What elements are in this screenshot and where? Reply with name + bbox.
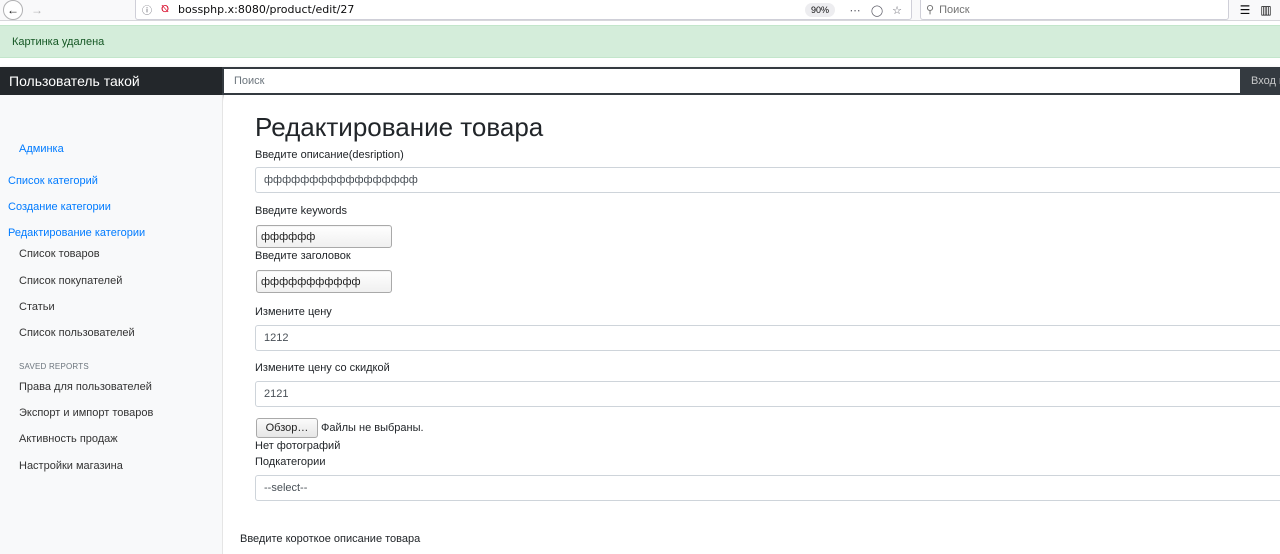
saved-reports-heading: SAVED REPORTS	[19, 362, 89, 371]
arrow-left-icon: ←	[7, 3, 19, 17]
navbar-search-input[interactable]: Поиск	[224, 69, 1240, 93]
description-input[interactable]: ффффффффффффффффф	[255, 167, 1280, 193]
navbar-search-placeholder: Поиск	[234, 75, 265, 87]
main-content: Редактирование товара Введите описание(d…	[224, 95, 1280, 554]
back-button[interactable]: ←	[3, 0, 23, 20]
description-value: ффффффффффффффффф	[264, 174, 418, 186]
discount-price-input[interactable]: 2121	[255, 381, 1280, 407]
sidebar-link-category-create[interactable]: Создание категории	[8, 201, 111, 213]
login-link[interactable]: Вход в	[1240, 67, 1280, 95]
sidebar-item-articles[interactable]: Статьи	[19, 301, 55, 313]
login-text: Вход в	[1251, 75, 1280, 87]
sidebar-item-customers[interactable]: Список покупателей	[19, 275, 122, 287]
subcategory-label: Подкатегории	[255, 456, 326, 468]
success-alert: Картинка удалена	[0, 25, 1280, 58]
keywords-label: Введите keywords	[255, 205, 348, 217]
address-bar[interactable]: ⓘ ⦰ bossphp.x:8080/product/edit/27 90% ⋯…	[135, 0, 912, 20]
keywords-value: фффффф	[261, 230, 316, 243]
subcategory-selected-value: --select--	[264, 482, 308, 494]
sidebar-item-users[interactable]: Список пользователей	[19, 327, 135, 339]
page-actions-icon[interactable]: ⋯	[847, 2, 863, 18]
sidebar-link-category-list[interactable]: Список категорий	[8, 175, 98, 187]
brand-text: Пользователь такой	[9, 73, 140, 89]
browse-file-button[interactable]: Обзор…	[256, 418, 318, 438]
heading-value: ффффффффффф	[261, 275, 361, 288]
price-input[interactable]: 1212	[255, 325, 1280, 351]
browse-button-label: Обзор…	[265, 422, 309, 434]
info-icon[interactable]: ⓘ	[140, 3, 154, 17]
navbar-brand[interactable]: Пользователь такой	[0, 67, 222, 95]
discount-price-value: 2121	[264, 388, 289, 400]
sidebar-toggle-icon[interactable]: ▥	[1258, 2, 1274, 18]
sidebar-item-sales-activity[interactable]: Активность продаж	[19, 433, 118, 445]
browser-search-box[interactable]: ⚲ Поиск	[920, 0, 1229, 20]
zoom-indicator[interactable]: 90%	[804, 3, 835, 17]
insecure-lock-icon[interactable]: ⦰	[158, 3, 172, 17]
browser-search-placeholder: Поиск	[939, 3, 970, 16]
pocket-icon[interactable]: ◯	[869, 2, 885, 18]
alert-message: Картинка удалена	[12, 35, 105, 48]
description-label: Введите описание(desription)	[255, 149, 404, 161]
sidebar-item-shop-settings[interactable]: Настройки магазина	[19, 460, 123, 472]
sidebar-item-products[interactable]: Список товаров	[19, 248, 100, 260]
heading-label: Введите заголовок	[255, 250, 351, 262]
library-icon[interactable]: ☰	[1237, 2, 1253, 18]
keywords-input[interactable]: фффффф	[256, 225, 392, 248]
top-navbar: Пользователь такой Поиск Вход в	[0, 67, 1280, 95]
sidebar: Админка Список категорий Создание катего…	[0, 95, 223, 554]
price-label: Измените цену	[255, 306, 332, 318]
no-photos-text: Нет фотографий	[255, 440, 341, 452]
bookmark-star-icon[interactable]: ☆	[889, 2, 905, 18]
sidebar-item-import-export[interactable]: Экспорт и импорт товаров	[19, 407, 153, 419]
file-status-text: Файлы не выбраны.	[321, 422, 424, 434]
url-text[interactable]: bossphp.x:8080/product/edit/27	[178, 3, 354, 16]
forward-button[interactable]: →	[27, 0, 47, 20]
search-icon: ⚲	[926, 4, 935, 16]
browser-toolbar: ← → ⓘ ⦰ bossphp.x:8080/product/edit/27 9…	[0, 0, 1280, 21]
sidebar-item-user-rights[interactable]: Права для пользователей	[19, 381, 152, 393]
subcategory-select[interactable]: --select--	[255, 475, 1280, 501]
price-value: 1212	[264, 332, 289, 344]
short-description-label: Введите короткое описание товара	[240, 533, 421, 545]
heading-input[interactable]: ффффффффффф	[256, 270, 392, 293]
sidebar-link-category-edit[interactable]: Редактирование категории	[8, 227, 145, 239]
discount-price-label: Измените цену со скидкой	[255, 362, 390, 374]
sidebar-link-admin[interactable]: Админка	[19, 143, 64, 155]
page-title: Редактирование товара	[255, 112, 544, 142]
arrow-right-icon: →	[31, 3, 43, 17]
